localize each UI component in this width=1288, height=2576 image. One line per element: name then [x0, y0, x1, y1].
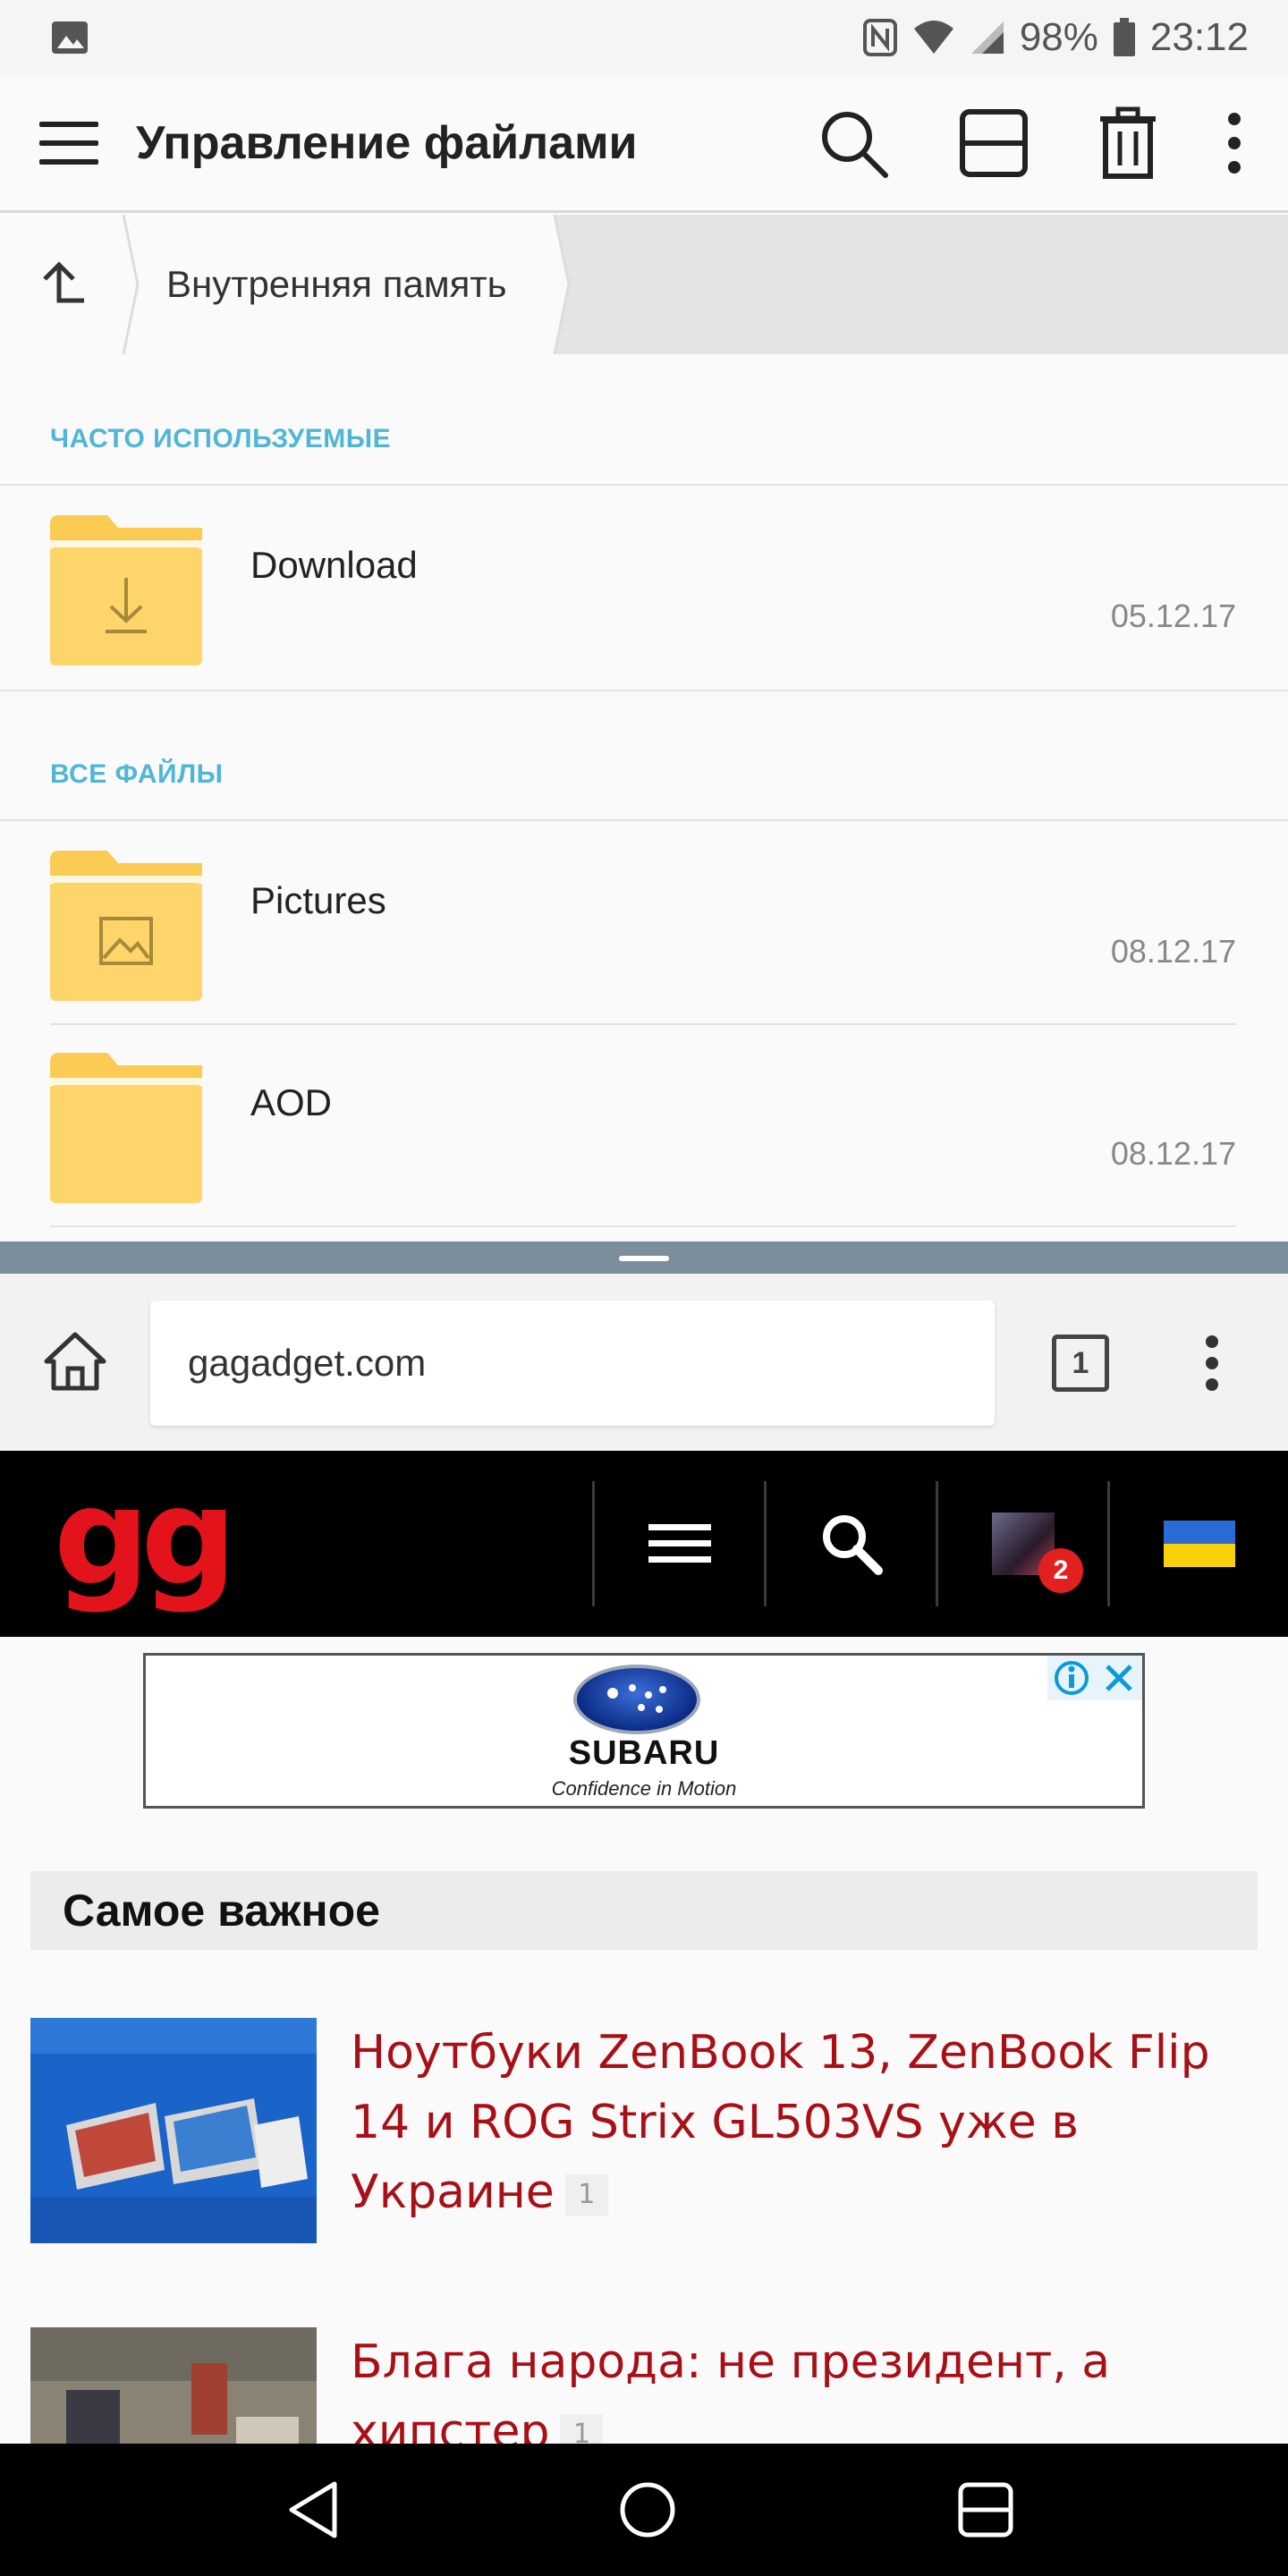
- section-title: Самое важное: [30, 1871, 1258, 1950]
- hamburger-icon: [648, 1524, 711, 1563]
- file-name: Download: [250, 544, 418, 586]
- divider: [0, 690, 1288, 691]
- article-title[interactable]: Ноутбуки ZenBook 13, ZenBook Flip 14 и R…: [351, 2026, 1210, 2219]
- comment-count[interactable]: 1: [564, 2174, 608, 2216]
- site-logo[interactable]: gg: [54, 1470, 237, 1605]
- app-bar: Управление файлами: [0, 75, 1288, 213]
- home-button[interactable]: [612, 2474, 683, 2546]
- back-icon: [289, 2481, 337, 2538]
- site-search-button[interactable]: [767, 1481, 936, 1606]
- file-date: 05.12.17: [1110, 597, 1236, 634]
- nfc-icon: [862, 19, 897, 56]
- article-headline[interactable]: Ноутбуки ZenBook 13, ZenBook Flip 14 и R…: [351, 2018, 1254, 2227]
- battery-percent: 98%: [1019, 15, 1098, 59]
- navigate-up-button[interactable]: [0, 215, 125, 354]
- battery-icon: [1113, 18, 1135, 56]
- download-folder-icon: [50, 515, 202, 665]
- more-options-icon[interactable]: [1227, 112, 1241, 174]
- file-name: AOD: [250, 1081, 333, 1123]
- gallery-notification-icon: [52, 21, 88, 54]
- file-row-download[interactable]: Download 05.12.17: [0, 488, 1288, 689]
- folder-icon: [50, 1053, 202, 1203]
- file-row-pictures[interactable]: Pictures 08.12.17: [0, 824, 1288, 1024]
- split-view-icon[interactable]: [959, 108, 1029, 178]
- pictures-folder-icon: [50, 851, 202, 1001]
- frequent-section-header: ЧАСТО ИСПОЛЬЗУЕМЫЕ: [50, 424, 392, 453]
- divider: [50, 1023, 1236, 1025]
- divider: [0, 484, 1288, 486]
- home-circle-icon: [620, 2482, 675, 2538]
- file-row-aod[interactable]: AOD 08.12.17: [0, 1026, 1288, 1226]
- separator: [1107, 1481, 1110, 1606]
- language-button[interactable]: [1114, 1481, 1284, 1606]
- notification-badge: 2: [1038, 1548, 1083, 1593]
- file-date: 08.12.17: [1110, 933, 1236, 970]
- wifi-icon: [913, 21, 953, 54]
- file-name: Pictures: [250, 879, 386, 921]
- system-navigation-bar: [0, 2444, 1288, 2576]
- divider: [50, 1225, 1236, 1227]
- page-title: Управление файлами: [136, 116, 638, 169]
- article-title[interactable]: Блага народа: не президент, а хипстер: [351, 2335, 1110, 2459]
- ad-tagline: Confidence in Motion: [551, 1777, 737, 1800]
- ukraine-flag-icon: [1164, 1521, 1235, 1567]
- subaru-logo: [573, 1665, 700, 1734]
- search-icon[interactable]: [818, 107, 889, 179]
- ad-close-icon[interactable]: [1095, 1656, 1142, 1700]
- tab-switcher-button[interactable]: 1: [1052, 1335, 1109, 1392]
- site-header: gg 2: [0, 1451, 1288, 1637]
- browser-toolbar: gagadget.com 1: [0, 1274, 1288, 1451]
- home-icon[interactable]: [43, 1329, 107, 1394]
- back-button[interactable]: [277, 2474, 349, 2546]
- all-files-section-header: ВСЕ ФАЙЛЫ: [50, 759, 224, 789]
- split-screen-divider[interactable]: [0, 1241, 1288, 1274]
- site-menu-button[interactable]: [595, 1481, 765, 1606]
- advertisement[interactable]: SUBARU Confidence in Motion: [143, 1653, 1145, 1809]
- signal-icon: [970, 21, 1004, 54]
- menu-icon[interactable]: [36, 116, 102, 170]
- url-field[interactable]: gagadget.com: [150, 1301, 995, 1426]
- article-thumbnail[interactable]: [30, 2018, 317, 2243]
- clock: 23:12: [1149, 15, 1249, 59]
- drag-handle[interactable]: [619, 1256, 669, 1261]
- ad-info-icon[interactable]: [1047, 1656, 1095, 1700]
- trash-icon[interactable]: [1098, 106, 1157, 180]
- recents-button[interactable]: [950, 2474, 1021, 2546]
- file-date: 08.12.17: [1110, 1135, 1236, 1172]
- ad-brand: SUBARU: [568, 1734, 720, 1772]
- split-screen-icon: [958, 2482, 1013, 2538]
- path-bar: Внутренняя память: [0, 215, 1288, 354]
- divider: [0, 819, 1288, 821]
- avatar: 2: [992, 1513, 1083, 1593]
- search-icon: [823, 1515, 883, 1575]
- user-profile-button[interactable]: 2: [938, 1481, 1108, 1606]
- browser-menu-icon[interactable]: [1199, 1335, 1225, 1392]
- breadcrumb-internal-storage[interactable]: Внутренняя память: [166, 215, 507, 354]
- up-arrow-icon: [43, 261, 84, 303]
- status-bar: 98% 23:12: [0, 0, 1288, 75]
